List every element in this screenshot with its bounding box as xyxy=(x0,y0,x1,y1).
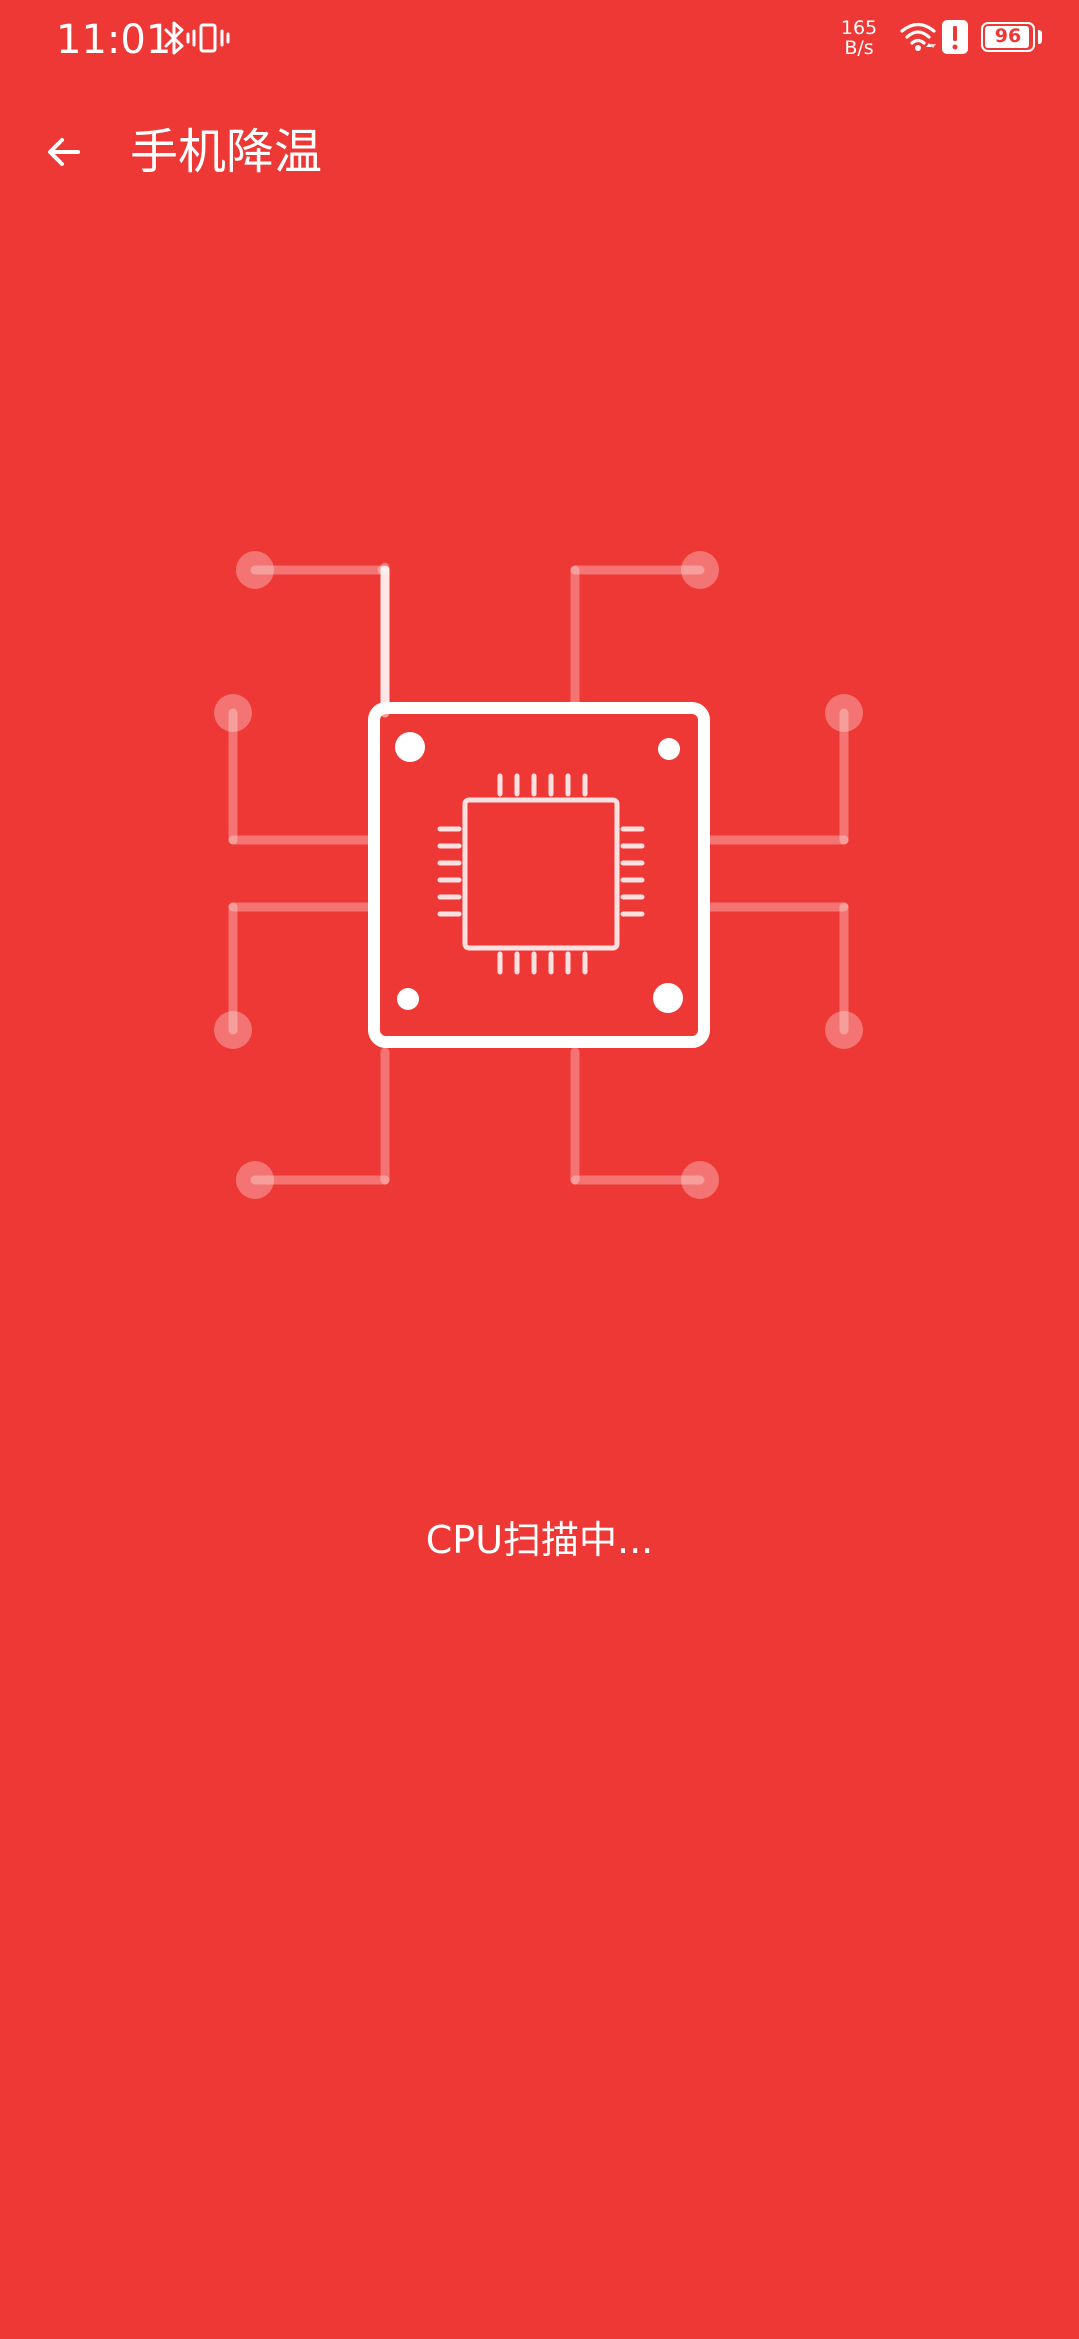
battery-tip xyxy=(1038,30,1042,44)
network-speed: 165 B/s xyxy=(834,18,884,58)
status-bar: 11:01 165 B/s 96 xyxy=(0,0,1079,80)
page-title: 手机降温 xyxy=(130,124,323,180)
circuit-nodes xyxy=(214,551,863,1199)
scan-status-text: CPU扫描中... xyxy=(425,1518,654,1562)
network-speed-value: 165 xyxy=(840,17,878,39)
bluetooth-icon xyxy=(164,21,184,55)
status-right-icons: 165 B/s 96 xyxy=(779,0,1079,80)
status-left-icons xyxy=(163,18,235,58)
battery-icon: 96 xyxy=(981,22,1035,52)
alert-icon xyxy=(942,20,968,54)
arrow-left-icon xyxy=(48,138,80,166)
status-time: 11:01 xyxy=(56,17,172,63)
battery-level: 96 xyxy=(994,25,1022,47)
processor-core xyxy=(437,773,645,975)
circuit-traces xyxy=(228,562,849,1185)
chip-board xyxy=(368,702,710,1048)
cpu-illustration xyxy=(210,540,870,1220)
vibrate-icon xyxy=(186,23,230,53)
app-bar: 手机降温 xyxy=(0,110,1079,194)
wifi-icon xyxy=(900,22,936,51)
back-button[interactable] xyxy=(30,120,98,184)
cpu-chip-icon xyxy=(214,551,863,1199)
network-speed-unit: B/s xyxy=(844,37,874,59)
